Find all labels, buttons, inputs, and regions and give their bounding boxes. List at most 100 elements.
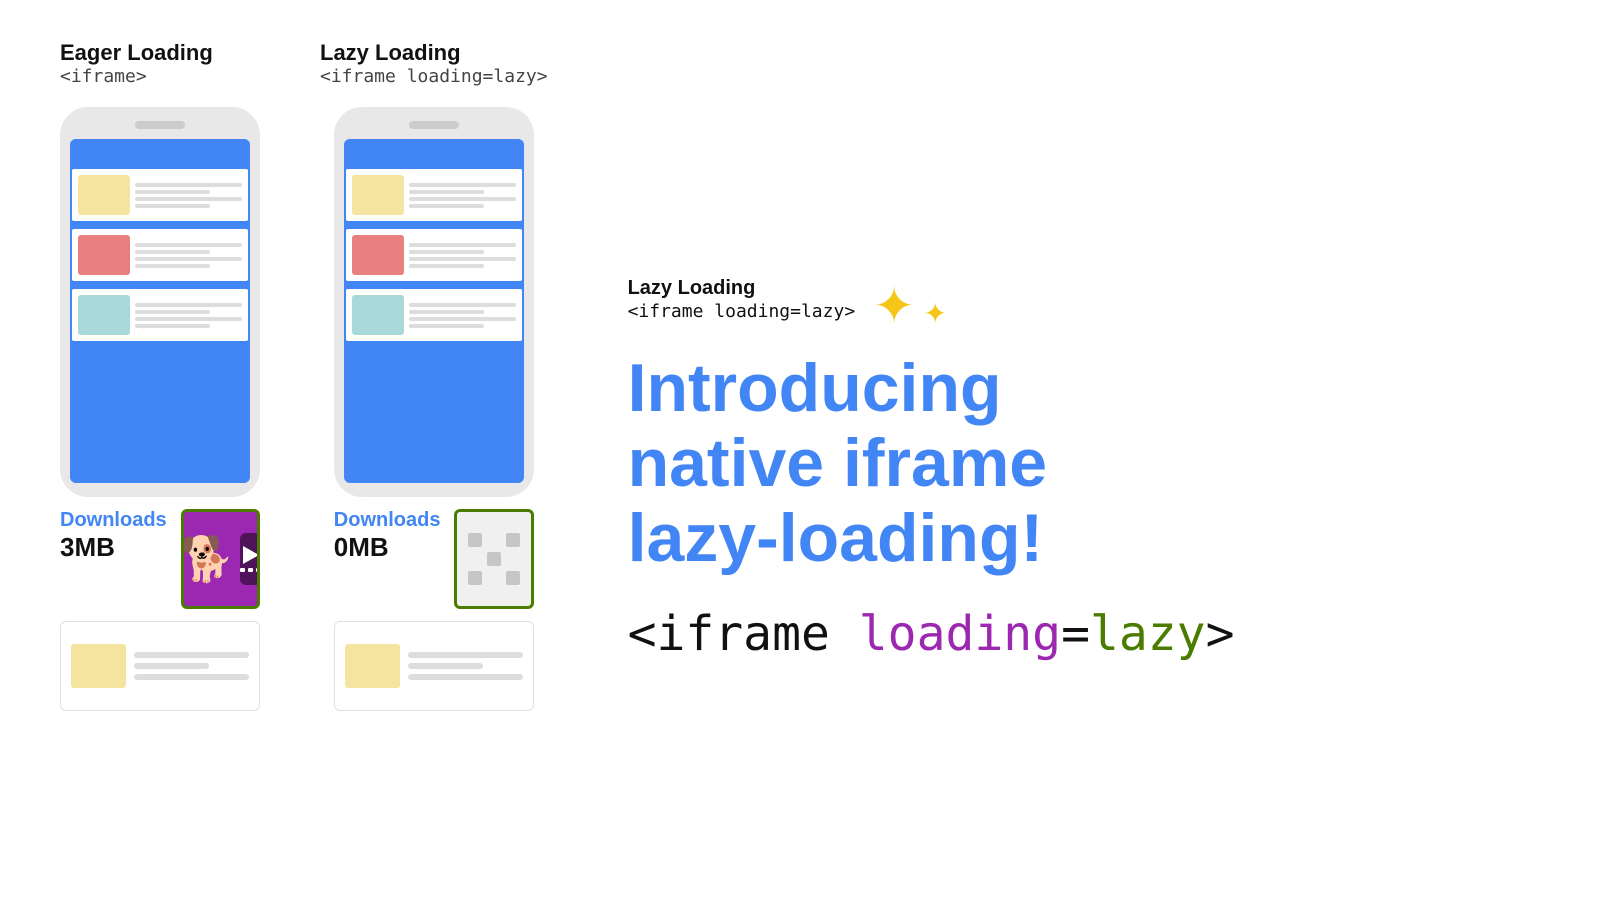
intro-line1: Introducing [628,351,1540,426]
right-section: Lazy Loading <iframe loading=lazy> ✦ ✦ I… [628,40,1540,879]
page-section-3 [72,289,248,341]
page-section-2 [72,229,248,281]
lazy-downloads: Downloads 0MB [334,509,441,563]
image-red [78,235,130,275]
line [409,310,484,314]
phone-notch-lazy [409,121,459,129]
line [409,317,516,321]
line [135,310,210,314]
eager-screen [70,139,250,483]
eager-phone [60,107,260,497]
loading-spinner-icon [468,533,520,585]
line [409,183,516,187]
lazy-card-image [345,644,400,688]
card-line [134,652,249,658]
lazy-page-section-2 [346,229,522,281]
line [135,324,210,328]
lazy-phone [334,107,534,497]
lazy-bottom-card [334,621,534,711]
intro-line3: lazy-loading! [628,501,1540,576]
code-label: <iframe loading=lazy> [628,606,1540,662]
line [135,303,242,307]
code-loading-attr: loading [859,606,1061,662]
line [409,264,484,268]
phone-top-bar-lazy [344,139,524,167]
card-image [71,644,126,688]
image-yellow [78,175,130,215]
lazy-content-lines-2 [409,235,516,275]
card-line [134,663,209,669]
line [135,317,242,321]
content-lines-2 [135,235,242,275]
line [135,183,242,187]
eager-column: Eager Loading <iframe> [60,40,260,879]
phone-notch [135,121,185,129]
line [409,243,516,247]
lazy-content-lines-1 [409,175,516,215]
line [135,250,210,254]
play-button-icon [243,546,259,564]
lazy-loading-header: Lazy Loading <iframe loading=lazy> ✦ ✦ [628,277,1540,335]
phone-top-bar [70,139,250,167]
line [409,190,484,194]
divider [72,284,248,286]
line [135,197,242,201]
card-line [408,674,523,680]
eager-bottom: Downloads 3MB 🐕 [60,509,260,609]
lazy-image-yellow [352,175,404,215]
lazy-bottom: Downloads 0MB [334,509,534,609]
lazy-subtitle-right: <iframe loading=lazy> [628,301,856,322]
lazy-iframe-preview [454,509,533,609]
eager-title: Eager Loading [60,40,213,66]
line [409,257,516,261]
line [409,324,484,328]
video-dots [240,568,260,572]
dog-icon: 🐕 [181,533,235,585]
eager-header: Eager Loading <iframe> [60,40,213,87]
lazy-title: Lazy Loading [320,40,548,66]
lazy-divider [346,224,522,226]
eager-iframe-preview: 🐕 [181,509,260,609]
lazy-subtitle: <iframe loading=lazy> [320,66,548,87]
lazy-title-right: Lazy Loading [628,277,756,299]
content-lines-1 [135,175,242,215]
line [135,243,242,247]
sparkle-small-icon: ✦ [924,298,947,329]
line [409,303,516,307]
intro-line2: native iframe [628,426,1540,501]
eager-downloads-label: Downloads [60,509,167,532]
lazy-screen [344,139,524,483]
image-teal [78,295,130,335]
lazy-column: Lazy Loading <iframe loading=lazy> [320,40,548,879]
lazy-header: Lazy Loading <iframe loading=lazy> [320,40,548,87]
code-close-bracket: > [1206,606,1235,662]
line [409,197,516,201]
card-line [408,652,523,658]
eager-subtitle: <iframe> [60,66,213,87]
eager-bottom-card [60,621,260,711]
video-icon [240,533,260,585]
lazy-image-red [352,235,404,275]
code-lazy-value: lazy [1090,606,1206,662]
page-section-1 [72,169,248,221]
lazy-content-lines-3 [409,295,516,335]
line [409,204,484,208]
intro-title: Introducing native iframe lazy-loading! [628,351,1540,575]
divider [72,224,248,226]
lazy-divider-2 [346,284,522,286]
lazy-page-section-3 [346,289,522,341]
lazy-page-section-1 [346,169,522,221]
card-line [408,663,483,669]
lazy-loading-label: Lazy Loading <iframe loading=lazy> [628,277,856,323]
lazy-card-lines [408,652,523,680]
line [135,257,242,261]
eager-downloads-size: 3MB [60,532,167,563]
code-iframe-part: <iframe [628,606,859,662]
content-lines-3 [135,295,242,335]
eager-downloads: Downloads 3MB [60,509,167,563]
lazy-downloads-label: Downloads [334,509,441,532]
line [135,190,210,194]
lazy-downloads-size: 0MB [334,532,441,563]
card-lines [134,652,249,680]
code-equals: = [1061,606,1090,662]
